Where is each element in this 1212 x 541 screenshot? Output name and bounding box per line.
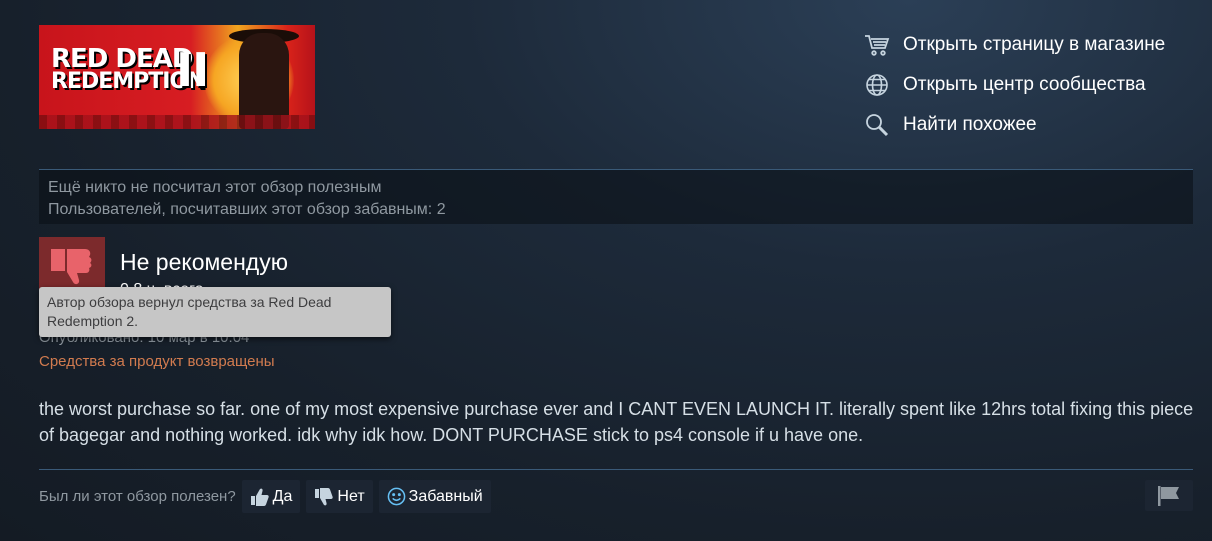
action-links: Открыть страницу в магазине Открыть цент…	[864, 32, 1165, 152]
funny-votes-text: Пользователей, посчитавших этот обзор за…	[48, 201, 446, 218]
open-community-hub-label: Открыть центр сообщества	[903, 74, 1146, 95]
open-store-page-link[interactable]: Открыть страницу в магазине	[864, 32, 1165, 58]
cart-icon	[864, 32, 890, 58]
open-community-hub-link[interactable]: Открыть центр сообщества	[864, 72, 1165, 98]
report-flag-button[interactable]	[1145, 480, 1193, 511]
find-similar-label: Найти похожее	[903, 114, 1037, 135]
vote-no-button[interactable]: Нет	[306, 480, 373, 513]
vote-yes-button[interactable]: Да	[241, 480, 301, 513]
open-store-page-label: Открыть страницу в магазине	[903, 34, 1166, 55]
game-logo: RED DEAD REDEMPTION II	[51, 43, 209, 97]
vote-no-label: Нет	[337, 487, 365, 505]
vote-funny-label: Забавный	[408, 487, 483, 505]
logo-numeral: II	[176, 43, 209, 97]
globe-icon	[864, 72, 890, 98]
thumbs-down-icon	[314, 487, 334, 506]
banner-stars	[39, 115, 315, 129]
smiley-icon	[387, 487, 406, 506]
review-votes-summary: Ещё никто не посчитал этот обзор полезны…	[39, 170, 1193, 224]
refund-tooltip: Автор обзора вернул средства за Red Dead…	[39, 287, 391, 337]
find-similar-link[interactable]: Найти похожее	[864, 112, 1165, 138]
vote-yes-label: Да	[272, 487, 293, 505]
helpful-question: Был ли этот обзор полезен?	[39, 488, 236, 505]
refunded-notice[interactable]: Средства за продукт возвращены	[39, 353, 275, 370]
game-banner[interactable]: RED DEAD REDEMPTION II	[39, 25, 315, 129]
vote-funny-button[interactable]: Забавный	[378, 480, 491, 513]
thumbs-down-icon	[51, 249, 92, 285]
review-verdict: Не рекомендую	[120, 249, 288, 275]
helpful-prompt: Был ли этот обзор полезен? Да Нет Забавн…	[39, 480, 497, 513]
thumbs-up-icon	[250, 488, 270, 506]
review-body: the worst purchase so far. one of my mos…	[39, 399, 1194, 445]
search-icon	[864, 112, 890, 138]
divider	[39, 469, 1193, 470]
helpful-votes-text: Ещё никто не посчитал этот обзор полезны…	[48, 179, 382, 196]
flag-icon	[1158, 485, 1179, 506]
